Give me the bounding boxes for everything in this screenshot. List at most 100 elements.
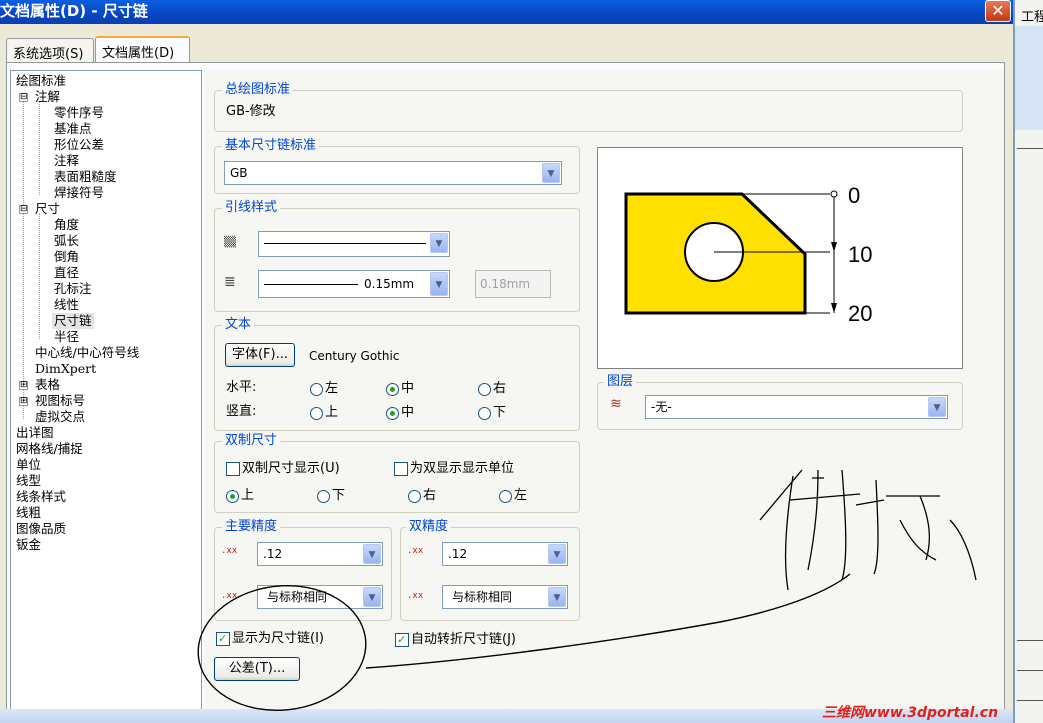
- preview-drawing: 0 10 20: [624, 183, 872, 326]
- dual-display-checkbox[interactable]: 双制尺寸显示(U): [226, 461, 340, 477]
- radio-v-bottom[interactable]: 下: [478, 405, 506, 421]
- tree-item[interactable]: 钣金: [16, 537, 41, 553]
- tree-item[interactable]: 零件序号: [54, 105, 104, 121]
- leader-thickness-select[interactable]: 0.15mm ▼: [258, 270, 450, 298]
- select-value: 与标称相同: [267, 590, 328, 604]
- tree-item[interactable]: 注释: [54, 153, 79, 169]
- tolerance-button[interactable]: 公差(T)...: [214, 657, 300, 681]
- tree-item[interactable]: 角度: [54, 217, 79, 233]
- tree-item[interactable]: 尺寸: [35, 201, 60, 217]
- primary-precision-select[interactable]: .12 ▼: [257, 542, 383, 566]
- collapse-icon[interactable]: ⊟: [19, 93, 28, 102]
- radio-v-top[interactable]: 上: [310, 405, 338, 421]
- radio-h-center[interactable]: 中: [386, 381, 414, 397]
- tree-item[interactable]: 表面粗糙度: [54, 169, 117, 185]
- group-title: 文本: [222, 317, 255, 333]
- tree-item[interactable]: 线性: [54, 297, 79, 313]
- tree-item[interactable]: 表格: [35, 377, 60, 393]
- tree-item[interactable]: 图像品质: [16, 521, 66, 537]
- chevron-down-icon[interactable]: ▼: [363, 587, 381, 607]
- tree-item[interactable]: 中心线/中心符号线: [35, 345, 139, 361]
- layer-select[interactable]: -无- ▼: [645, 395, 948, 419]
- radio-dual-bottom[interactable]: 下: [317, 488, 345, 504]
- auto-jog-checkbox[interactable]: 自动转折尺寸链(J): [395, 632, 516, 648]
- tree-item[interactable]: 绘图标准: [16, 73, 66, 89]
- select-value: 与标称相同: [452, 590, 513, 604]
- tree-item[interactable]: 线粗: [16, 505, 41, 521]
- tree-item[interactable]: 注解: [35, 89, 60, 105]
- custom-thickness-input[interactable]: 0.18mm: [475, 270, 551, 298]
- close-button[interactable]: ✕: [985, 0, 1011, 22]
- watermark: 三维网www.3dportal.cn: [822, 705, 999, 721]
- primary-tolerance-select[interactable]: 与标称相同 ▼: [257, 585, 383, 609]
- group-title: 总绘图标准: [222, 82, 294, 98]
- divider: [1017, 640, 1043, 641]
- line-style-icon: ▒▒: [224, 237, 237, 248]
- dual-precision-select[interactable]: .12 ▼: [442, 542, 568, 566]
- group-title: 双制尺寸: [222, 433, 281, 449]
- precision-icon: .xx: [221, 546, 238, 556]
- tree-item[interactable]: 出详图: [16, 425, 54, 441]
- preview-label-10: 10: [848, 242, 872, 267]
- tree-item[interactable]: 视图标号: [35, 393, 85, 409]
- group-title: 引线样式: [222, 200, 281, 216]
- tree-item[interactable]: 线条样式: [16, 489, 66, 505]
- radio-h-left[interactable]: 左: [310, 381, 338, 397]
- solid-line-icon: [264, 243, 426, 244]
- tree-item[interactable]: 倒角: [54, 249, 79, 265]
- radio-h-right[interactable]: 右: [478, 381, 506, 397]
- layers-icon: ≋: [610, 396, 622, 412]
- group-title: 基本尺寸链标准: [222, 138, 320, 154]
- chevron-down-icon[interactable]: ▼: [928, 397, 946, 417]
- tree-item[interactable]: 线型: [16, 473, 41, 489]
- tree-item[interactable]: DimXpert: [35, 361, 96, 377]
- tab-document-properties[interactable]: 文档属性(D): [95, 36, 190, 62]
- tab-system-options[interactable]: 系统选项(S): [6, 38, 94, 62]
- group-title: 主要精度: [222, 519, 281, 535]
- tree-item[interactable]: 直径: [54, 265, 79, 281]
- options-tree: 绘图标准 ⊟ 注解 零件序号 基准点 形位公差 注释 表面粗糙度 焊接符号 ⊟ …: [10, 70, 202, 723]
- dual-tolerance-select[interactable]: 与标称相同 ▼: [442, 585, 568, 609]
- tree-item[interactable]: 孔标注: [54, 281, 92, 297]
- background-window: 工程: [1013, 0, 1043, 723]
- tolerance-precision-icon: .xx: [221, 591, 238, 601]
- base-standard-select[interactable]: GB ▼: [224, 161, 562, 185]
- precision-icon: .xx: [407, 546, 424, 556]
- display-as-chain-checkbox[interactable]: 显示为尺寸链(I): [216, 631, 324, 647]
- collapse-icon[interactable]: ⊟: [19, 205, 28, 214]
- tree-item[interactable]: 网格线/捕捉: [16, 441, 83, 457]
- tree-item[interactable]: 弧长: [54, 233, 79, 249]
- tree-item[interactable]: 虚拟交点: [35, 409, 85, 425]
- chevron-down-icon[interactable]: ▼: [430, 233, 448, 253]
- overall-standard-value: GB-修改: [226, 104, 276, 119]
- chevron-down-icon[interactable]: ▼: [363, 544, 381, 564]
- chevron-down-icon[interactable]: ▼: [542, 163, 560, 183]
- tree-item[interactable]: 半径: [54, 329, 79, 345]
- tree-item[interactable]: 焊接符号: [54, 185, 104, 201]
- tolerance-precision-icon: .xx: [407, 591, 424, 601]
- font-button[interactable]: 字体(F)...: [225, 343, 295, 367]
- tree-item[interactable]: 基准点: [54, 121, 92, 137]
- chevron-down-icon[interactable]: ▼: [548, 587, 566, 607]
- radio-dual-left[interactable]: 左: [499, 488, 527, 504]
- radio-v-center[interactable]: 中: [386, 405, 414, 421]
- tree-item[interactable]: 形位公差: [54, 137, 104, 153]
- tree-item[interactable]: 单位: [16, 457, 41, 473]
- chevron-down-icon[interactable]: ▼: [430, 272, 448, 296]
- select-value: .12: [263, 547, 283, 561]
- expand-icon[interactable]: ⊞: [19, 397, 28, 406]
- radio-dual-top[interactable]: 上: [226, 488, 254, 504]
- expand-icon[interactable]: ⊞: [19, 381, 28, 390]
- group-title: 双精度: [406, 519, 452, 535]
- font-name: Century Gothic: [309, 349, 400, 363]
- preview-label-0: 0: [848, 183, 860, 208]
- tree-item-selected[interactable]: 尺寸链: [52, 313, 94, 329]
- radio-dual-right[interactable]: 右: [408, 488, 436, 504]
- line-thickness-icon: ≣: [224, 274, 236, 290]
- dual-units-checkbox[interactable]: 为双显示显示单位: [394, 461, 514, 477]
- divider: [1017, 700, 1043, 701]
- chevron-down-icon[interactable]: ▼: [548, 544, 566, 564]
- leader-line-style-select[interactable]: ▼: [258, 231, 450, 257]
- select-value: 0.15mm: [364, 277, 415, 291]
- select-value: .12: [448, 547, 468, 561]
